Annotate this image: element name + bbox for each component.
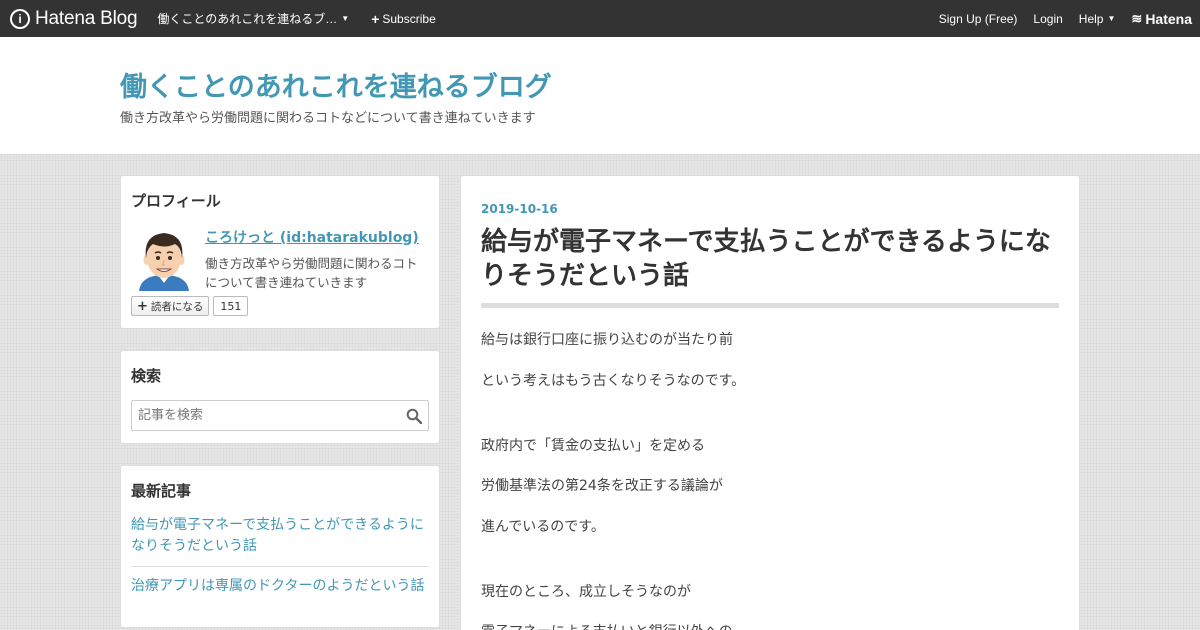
article-paragraph: 現在のところ、成立しそうなのが bbox=[481, 583, 691, 600]
help-dropdown[interactable]: Help ▼ bbox=[1079, 12, 1116, 26]
article-paragraph: 給与は銀行口座に振り込むのが当たり前 bbox=[481, 332, 733, 348]
profile-module: プロフィール ころけっと (id:hatarakublog) 働き方改革やら労働… bbox=[120, 175, 440, 329]
blog-switch-label: 働くことのあれこれを連ねるブ… bbox=[157, 12, 338, 26]
profile-description: 働き方改革やら労働問題に関わるコトについて書き連ねていきます bbox=[205, 256, 418, 290]
hatena-blog-logo[interactable]: i Hatena Blog bbox=[10, 7, 138, 30]
avatar[interactable] bbox=[131, 225, 197, 291]
search-module: 検索 bbox=[120, 350, 440, 444]
hatena-brand-link[interactable]: ≋ Hatena bbox=[1131, 11, 1192, 27]
article-paragraph: 電子マネーによる支払いと銀行以外への bbox=[481, 622, 1059, 630]
recent-entry-link[interactable]: 治療アプリは専属のドクターのようだという話 bbox=[131, 576, 429, 606]
article-body: 給与は銀行口座に振り込むのが当たり前 という考えはもう古くなりそうなのです。 政… bbox=[481, 330, 1059, 630]
subscribe-reader-button[interactable]: + 読者になる bbox=[131, 296, 210, 316]
reader-count-badge: 151 bbox=[213, 296, 249, 316]
blog-title[interactable]: 働くことのあれこれを連ねるブログ bbox=[120, 65, 552, 104]
login-link[interactable]: Login bbox=[1033, 12, 1062, 26]
recent-entry-link[interactable]: 給与が電子マネーで支払うことができるようになりそうだという話 bbox=[131, 515, 429, 567]
article-paragraph: 労働基準法の第24条を改正する議論が bbox=[481, 478, 723, 494]
search-box bbox=[131, 400, 429, 431]
topbar-right-links: Sign Up (Free) Login Help ▼ ≋ Hatena bbox=[939, 0, 1200, 37]
plus-icon: + bbox=[371, 10, 380, 27]
hatena-brand-label: Hatena bbox=[1145, 10, 1192, 27]
article-paragraph: という考えはもう古くなりそうなのです。 bbox=[481, 372, 746, 389]
subscribe-button[interactable]: + Subscribe bbox=[371, 11, 436, 27]
hatena-wave-icon: ≋ bbox=[1131, 10, 1143, 26]
article-date[interactable]: 2019-10-16 bbox=[481, 202, 558, 216]
reader-row: + 読者になる 151 bbox=[131, 296, 429, 316]
hatena-logo-icon: i bbox=[10, 8, 30, 29]
signup-link[interactable]: Sign Up (Free) bbox=[939, 12, 1018, 26]
recent-heading: 最新記事 bbox=[131, 482, 192, 500]
caret-down-icon: ▼ bbox=[1107, 14, 1116, 23]
subscribe-label: Subscribe bbox=[382, 11, 436, 26]
profile-info: ころけっと (id:hatarakublog) 働き方改革やら労働問題に関わるコ… bbox=[205, 225, 429, 292]
profile-row: ころけっと (id:hatarakublog) 働き方改革やら労働問題に関わるコ… bbox=[131, 225, 429, 292]
article-paragraph: 進んでいるのです。 bbox=[481, 518, 605, 535]
article-title[interactable]: 給与が電子マネーで支払うことができるようになりそうだという話 bbox=[481, 225, 1059, 308]
recent-entries-module: 最新記事 給与が電子マネーで支払うことができるようになりそうだという話 治療アプ… bbox=[120, 465, 440, 628]
search-icon[interactable] bbox=[406, 408, 422, 424]
caret-down-icon: ▼ bbox=[341, 14, 350, 23]
article-paragraph: 政府内で「賃金の支払い」を定める bbox=[481, 437, 705, 454]
profile-heading: プロフィール bbox=[131, 192, 221, 210]
blog-header: 働くことのあれこれを連ねるブログ 働き方改革やら労働問題に関わるコトなどについて… bbox=[0, 37, 1200, 155]
hatena-blog-logo-text: Hatena Blog bbox=[35, 7, 138, 29]
sidebar: プロフィール ころけっと (id:hatarakublog) 働き方改革やら労働… bbox=[120, 175, 440, 630]
reader-button-label: 読者になる bbox=[150, 300, 204, 313]
help-label: Help bbox=[1078, 11, 1104, 26]
article: 2019-10-16 給与が電子マネーで支払うことができるようになりそうだという… bbox=[460, 175, 1080, 630]
global-header: i Hatena Blog 働くことのあれこれを連ねるブ… ▼ + Subscr… bbox=[0, 0, 1200, 37]
plus-icon: + bbox=[137, 298, 148, 314]
search-heading: 検索 bbox=[131, 367, 162, 385]
blog-switch-dropdown[interactable]: 働くことのあれこれを連ねるブ… ▼ bbox=[157, 10, 349, 27]
blog-description: 働き方改革やら労働問題に関わるコトなどについて書き連ねていきます bbox=[120, 111, 536, 126]
search-input[interactable] bbox=[132, 401, 428, 430]
profile-name-link[interactable]: ころけっと (id:hatarakublog) bbox=[205, 227, 429, 247]
